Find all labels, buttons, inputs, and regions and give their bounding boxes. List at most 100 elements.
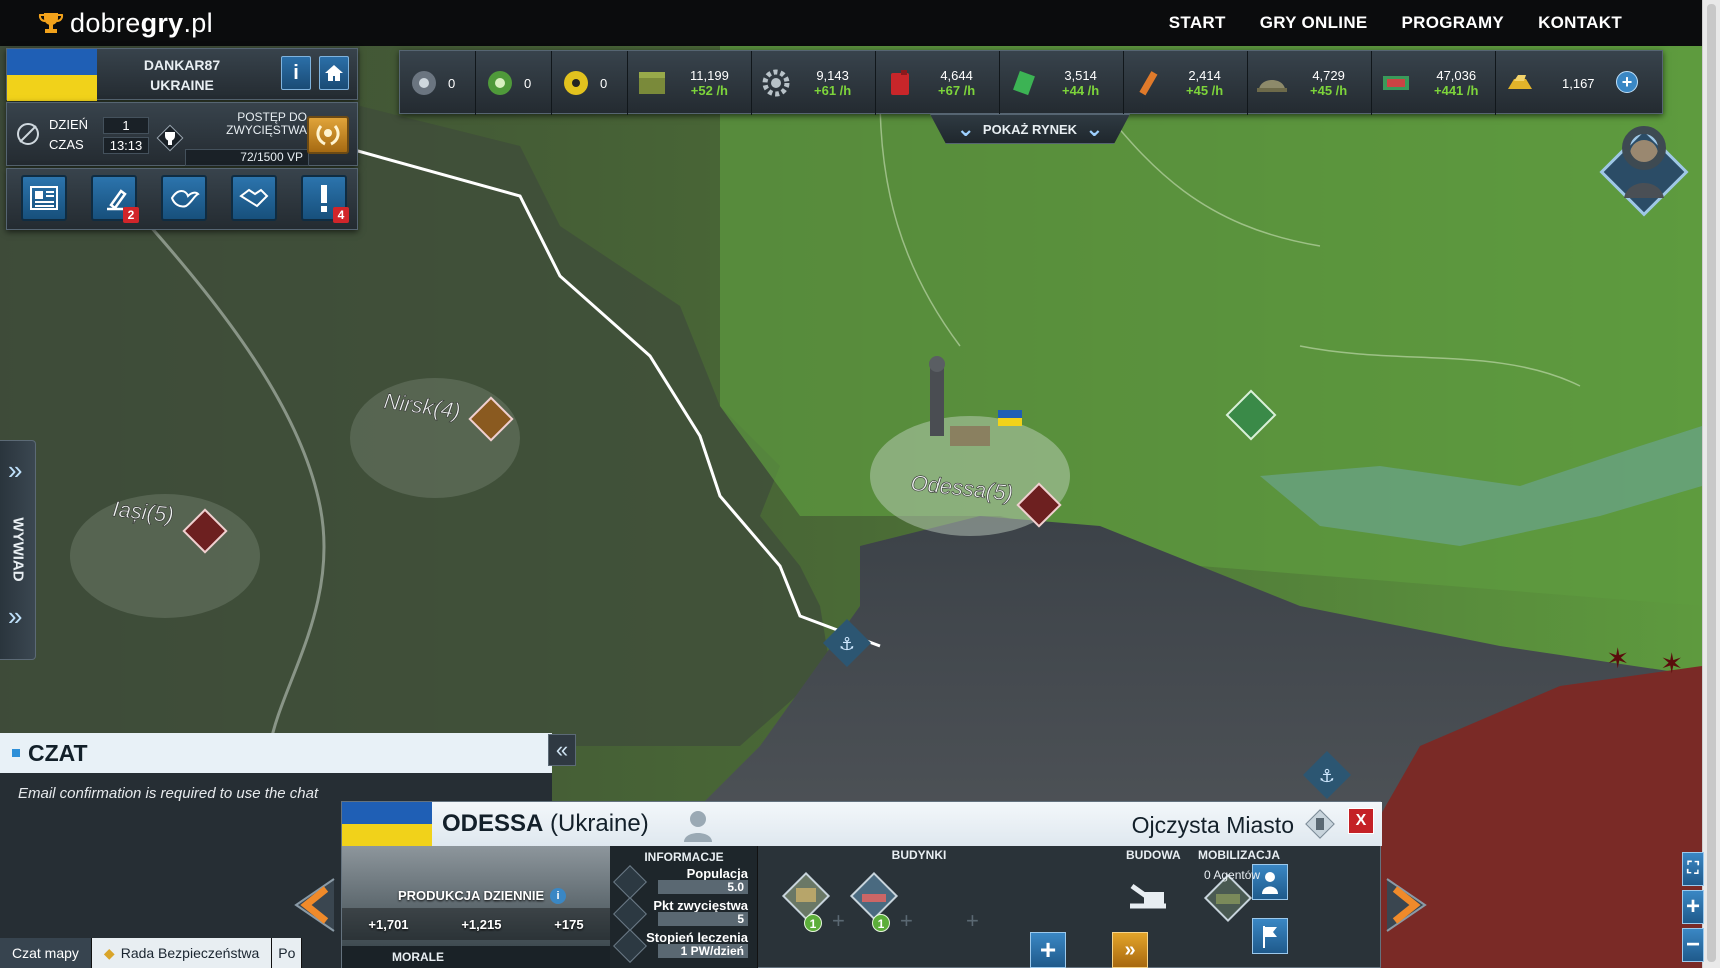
- add-building-button[interactable]: +: [1030, 932, 1066, 968]
- logo-text-pre: dobre: [70, 7, 141, 38]
- resource-amount: 11,199: [690, 68, 729, 83]
- chat-title: CZAT: [28, 739, 88, 766]
- day-value: 1: [103, 117, 149, 134]
- info-title: INFORMACJE: [644, 850, 724, 864]
- user-icon: [684, 811, 712, 842]
- news-button[interactable]: [21, 175, 67, 221]
- player-name-text: DANKAR87: [143, 57, 221, 73]
- flag-button[interactable]: [1252, 918, 1288, 954]
- resource-amount: 9,143: [816, 68, 849, 83]
- show-market-button[interactable]: ⌄ POKAŻ RYNEK ⌄: [930, 114, 1130, 144]
- nav-start[interactable]: START: [1169, 13, 1226, 33]
- city-flag: [342, 802, 432, 846]
- resource-bar: 0 0 0 11,199 +52 /h 9,143 +61 /h 4,644 +67 …: [399, 50, 1663, 115]
- resource-money[interactable]: 47,036 +441 /h: [1372, 51, 1496, 115]
- alliance-button[interactable]: [231, 175, 277, 221]
- city-info: INFORMACJE Populacja 5.0 Pkt zwycięstwa 5 …: [610, 846, 758, 968]
- resource-gold[interactable]: 1,167 +: [1496, 51, 1644, 115]
- ukraine-flag-marker: [998, 410, 1022, 426]
- resource-fuel[interactable]: 4,644 +67 /h: [876, 51, 1000, 115]
- research-badge: 2: [123, 207, 139, 223]
- info-row-healing: Stopień leczenia 1 PW/dzień: [613, 929, 752, 963]
- info-row-victory-points: Pkt zwycięstwa 5: [613, 897, 752, 931]
- site-header: dobre gry .pl START GRY ONLINE PROGRAMY KO…: [0, 0, 1702, 46]
- svg-text:⚓: ⚓: [839, 634, 855, 654]
- manpower-icon: [1256, 67, 1288, 99]
- chevron-right-icon: »: [8, 455, 23, 485]
- next-city-arrow[interactable]: [1383, 875, 1433, 935]
- zoom-in-button[interactable]: +: [1682, 890, 1704, 924]
- buy-gold-button[interactable]: +: [1616, 71, 1638, 93]
- chevron-left-icon: «: [555, 737, 569, 762]
- building-slot[interactable]: 1: [844, 866, 904, 932]
- diplomacy-button[interactable]: [161, 175, 207, 221]
- resource-rate: +61 /h: [814, 83, 852, 98]
- fullscreen-icon: ⛶: [1687, 860, 1699, 877]
- home-button[interactable]: [319, 56, 349, 90]
- mobilize-button[interactable]: »: [1112, 932, 1148, 968]
- city-name: ODESSA: [442, 810, 544, 837]
- money-icon: [1380, 67, 1412, 99]
- trophy-small-icon: [156, 124, 184, 152]
- build-hammer-icon[interactable]: [1126, 878, 1172, 918]
- resource-electronics[interactable]: 3,514 +44 /h: [1000, 51, 1124, 115]
- tab-rada-label: Rada Bezpieczeństwa: [120, 945, 260, 961]
- advisor-portrait[interactable]: [1596, 118, 1692, 230]
- page-scrollbar[interactable]: [1702, 0, 1720, 968]
- production-values: +1,701 +1,215 +175: [342, 908, 610, 940]
- intelligence-tab[interactable]: » WYWIAD »: [0, 440, 36, 660]
- chat-collapse-button[interactable]: «: [548, 734, 576, 766]
- gold-icon: [1504, 67, 1536, 99]
- tab-czat-mapy[interactable]: Czat mapy: [0, 938, 92, 968]
- home-city-label: Ojczysta Miasto: [1131, 812, 1294, 838]
- resource-supplies[interactable]: 11,199 +52 /h: [628, 51, 752, 115]
- resource-biohazard[interactable]: 0: [476, 51, 552, 115]
- fullscreen-button[interactable]: ⛶: [1682, 852, 1704, 886]
- resource-radiation[interactable]: 0: [552, 51, 628, 115]
- resource-rate: +52 /h: [690, 83, 728, 98]
- handshake-icon: [239, 188, 269, 208]
- chat-square-icon: [12, 749, 20, 757]
- city-header: ODESSA (Ukraine) Ojczysta Miasto X: [342, 802, 1382, 846]
- resource-manpower[interactable]: 4,729 +45 /h: [1248, 51, 1372, 115]
- alert-icon: [321, 185, 327, 212]
- info-icon[interactable]: i: [550, 888, 566, 904]
- flag-icon: [1263, 926, 1277, 948]
- nav-gry-online[interactable]: GRY ONLINE: [1260, 13, 1368, 33]
- zoom-out-button[interactable]: −: [1682, 928, 1704, 962]
- tab-rada-bezpieczenstwa[interactable]: ◆ Rada Bezpieczeństwa: [91, 938, 273, 968]
- resource-amount: 0: [524, 75, 532, 91]
- close-button[interactable]: X: [1348, 808, 1374, 834]
- site-logo[interactable]: dobre gry .pl: [38, 8, 213, 39]
- info-button[interactable]: i: [281, 56, 311, 90]
- tab-po[interactable]: Po: [272, 938, 303, 968]
- building-slot[interactable]: 1: [776, 866, 836, 932]
- dove-icon: [170, 190, 200, 208]
- intelligence-tab-label: WYWIAD: [9, 517, 27, 582]
- resource-chemical[interactable]: 0: [400, 51, 476, 115]
- logo-text-post: .pl: [183, 7, 213, 38]
- resource-rate: +67 /h: [938, 83, 976, 98]
- victory-laurel-button[interactable]: [307, 116, 349, 154]
- nav-kontakt[interactable]: KONTAKT: [1538, 13, 1622, 33]
- scrollbar-thumb[interactable]: [1707, 4, 1716, 962]
- resource-rate: +45 /h: [1310, 83, 1348, 98]
- resource-rate: +441 /h: [1434, 83, 1479, 98]
- time-value: 13:13: [103, 137, 149, 154]
- resource-amount: 0: [600, 75, 608, 91]
- action-buttons: 2 4: [6, 168, 358, 230]
- info-value: 5: [658, 912, 748, 926]
- diamond-icon: ◆: [103, 944, 115, 961]
- research-button[interactable]: 2: [91, 175, 139, 223]
- alerts-button[interactable]: 4: [301, 175, 349, 223]
- game-viewport: dobre gry .pl START GRY ONLINE PROGRAMY KO…: [0, 0, 1720, 968]
- player-flag: [7, 49, 97, 101]
- resource-components[interactable]: 9,143 +61 /h: [752, 51, 876, 115]
- home-icon: [325, 65, 343, 81]
- time-label: CZAS: [49, 137, 84, 152]
- resource-rare-materials[interactable]: 2,414 +45 /h: [1124, 51, 1248, 115]
- victory-progress-label: POSTĘP DO ZWYCIĘSTWA: [226, 110, 307, 137]
- nav-programy[interactable]: PROGRAMY: [1402, 13, 1505, 33]
- prev-city-arrow[interactable]: [288, 875, 338, 935]
- laurel-icon: [316, 125, 340, 146]
